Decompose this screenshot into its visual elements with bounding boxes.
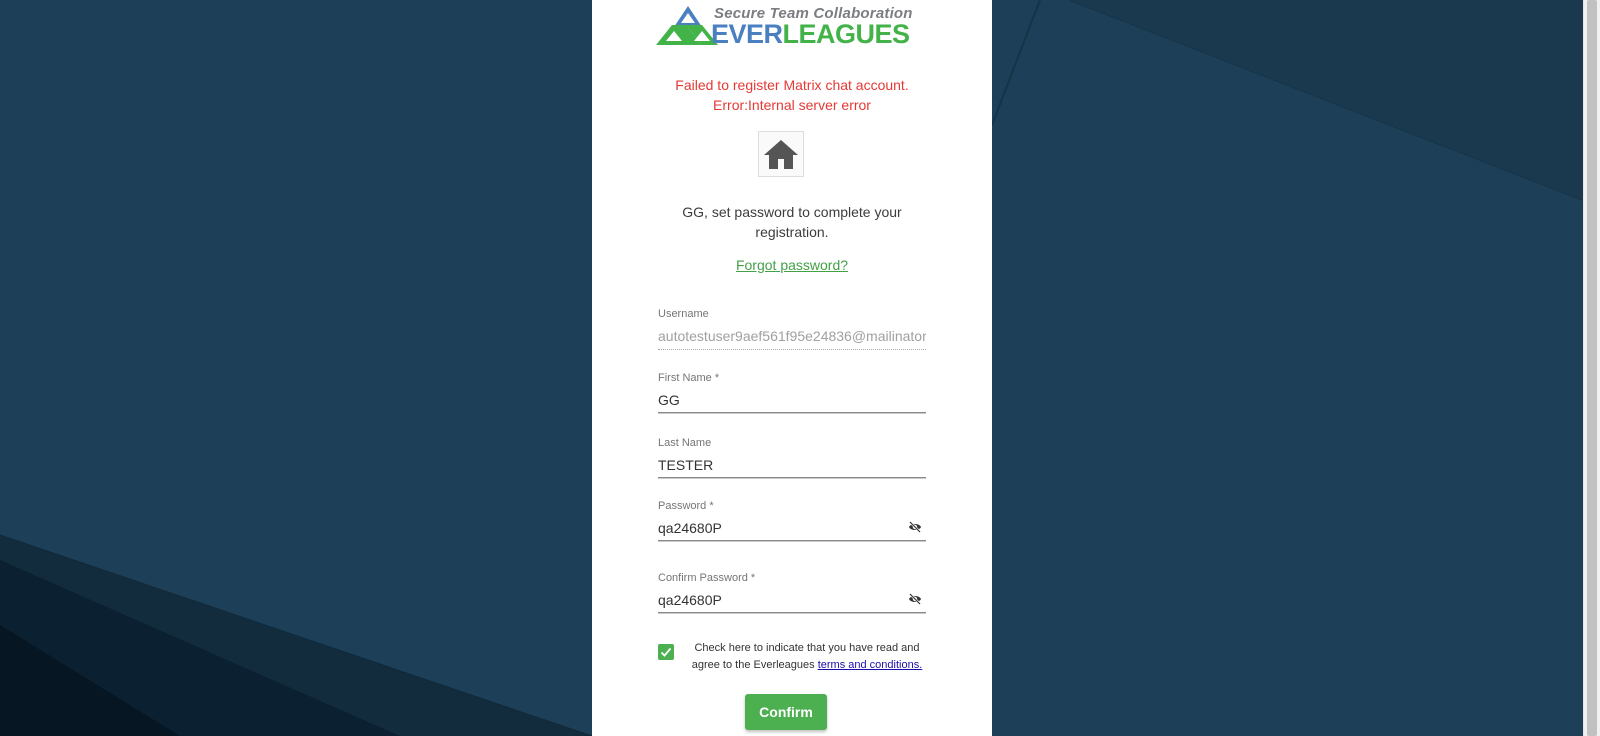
logo-brand-leagues: LEAGUES bbox=[782, 19, 911, 49]
username-input: autotestuser9aef561f95e24836@mailinator.… bbox=[658, 328, 926, 344]
username-field: Username autotestuser9aef561f95e24836@ma… bbox=[658, 307, 926, 350]
last-name-label: Last Name bbox=[658, 437, 712, 449]
logo-brand: EVERLEAGUES bbox=[711, 19, 910, 49]
confirm-password-label: Confirm Password * bbox=[658, 572, 756, 584]
password-underline bbox=[658, 540, 926, 542]
confirm-password-input-wrap[interactable]: qa24680P bbox=[658, 589, 926, 611]
last-name-field[interactable]: Last Name TESTER bbox=[658, 436, 926, 479]
password-field[interactable]: Password * qa24680P bbox=[658, 499, 926, 542]
everleagues-logo: Secure Team Collaboration EVERLEAGUES bbox=[656, 5, 928, 49]
registration-card: Secure Team Collaboration EVERLEAGUES Fa… bbox=[592, 0, 992, 736]
eye-off-icon[interactable] bbox=[908, 592, 922, 606]
terms-agreement: Check here to indicate that you have rea… bbox=[658, 640, 936, 676]
first-name-input[interactable]: GG bbox=[658, 389, 926, 411]
eye-off-icon[interactable] bbox=[908, 520, 922, 534]
last-name-input[interactable]: TESTER bbox=[658, 454, 926, 476]
home-icon bbox=[764, 140, 798, 169]
first-name-field[interactable]: First Name * GG bbox=[658, 371, 926, 414]
error-message-line1: Failed to register Matrix chat account. bbox=[675, 77, 909, 93]
scrollbar-thumb[interactable] bbox=[1587, 0, 1597, 736]
home-button[interactable] bbox=[758, 131, 804, 177]
username-underline bbox=[658, 348, 926, 350]
terms-text: Check here to indicate that you have rea… bbox=[685, 640, 929, 674]
password-input[interactable]: qa24680P bbox=[658, 520, 722, 536]
forgot-password-link[interactable]: Forgot password? bbox=[592, 257, 992, 273]
instruction-text: GG, set password to complete your regist… bbox=[682, 204, 902, 240]
last-name-underline bbox=[658, 477, 926, 479]
confirm-password-field[interactable]: Confirm Password * qa24680P bbox=[658, 571, 926, 614]
username-label: Username bbox=[658, 308, 709, 320]
first-name-label: First Name * bbox=[658, 372, 720, 384]
checkmark-icon bbox=[660, 647, 672, 657]
error-message-line2: Error:Internal server error bbox=[713, 97, 871, 113]
password-input-wrap[interactable]: qa24680P bbox=[658, 517, 926, 539]
terms-checkbox[interactable] bbox=[658, 644, 674, 660]
confirm-password-input[interactable]: qa24680P bbox=[658, 592, 722, 608]
terms-link[interactable]: terms and conditions. bbox=[818, 659, 923, 671]
logo-brand-ever: EVER bbox=[711, 19, 783, 49]
password-label: Password * bbox=[658, 500, 714, 512]
confirm-password-underline bbox=[658, 612, 926, 614]
first-name-underline bbox=[658, 412, 926, 414]
page-scrollbar[interactable] bbox=[1583, 0, 1600, 736]
confirm-button[interactable]: Confirm bbox=[745, 694, 827, 730]
